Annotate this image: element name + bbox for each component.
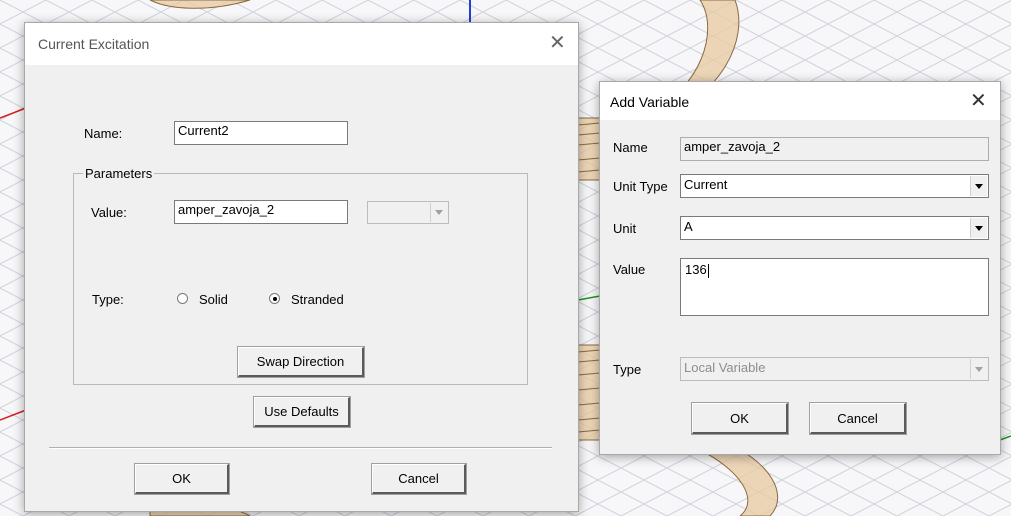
- chevron-down-icon: [430, 203, 447, 222]
- close-icon[interactable]: ✕: [549, 33, 566, 53]
- ok-button[interactable]: OK: [134, 463, 230, 495]
- var-value-text: 136: [685, 262, 707, 277]
- radio-selected-dot: [272, 296, 277, 301]
- unit-type-select-text: Current: [684, 177, 728, 192]
- var-name-field[interactable]: amper_zavoja_2: [680, 137, 989, 161]
- name-label: Name:: [84, 126, 123, 141]
- chevron-down-icon[interactable]: [970, 218, 987, 238]
- value-label: Value:: [91, 205, 127, 220]
- footer-separator: [49, 447, 552, 449]
- close-icon[interactable]: ✕: [970, 91, 987, 111]
- value-field[interactable]: amper_zavoja_2: [174, 200, 348, 224]
- var-value-field[interactable]: 136: [680, 258, 989, 316]
- type-label: Type:: [92, 292, 124, 307]
- swap-direction-button[interactable]: Swap Direction: [237, 346, 365, 378]
- var-ok-button[interactable]: OK: [691, 402, 789, 435]
- current-excitation-dialog: Current Excitation ✕ Name: Current2 Para…: [24, 22, 579, 512]
- add-variable-titlebar[interactable]: Add Variable ✕: [600, 82, 1000, 120]
- radio-stranded[interactable]: [269, 293, 280, 304]
- var-cancel-button[interactable]: Cancel: [809, 402, 907, 435]
- unit-type-select[interactable]: Current: [680, 174, 989, 198]
- var-type-select-text: Local Variable: [684, 360, 766, 375]
- radio-solid-label[interactable]: Solid: [199, 292, 228, 307]
- var-value-label: Value: [613, 262, 646, 277]
- add-variable-dialog: Add Variable ✕ Name amper_zavoja_2 Unit …: [599, 81, 1001, 455]
- text-caret: [707, 263, 709, 278]
- var-name-label: Name: [613, 140, 648, 155]
- name-field[interactable]: Current2: [174, 121, 348, 145]
- radio-solid[interactable]: [177, 293, 188, 304]
- unit-select-text: A: [684, 219, 693, 234]
- cancel-button[interactable]: Cancel: [371, 463, 467, 495]
- var-type-label: Type: [613, 362, 642, 377]
- var-type-select: Local Variable: [680, 357, 989, 381]
- unit-label: Unit: [613, 221, 637, 236]
- radio-stranded-label[interactable]: Stranded: [291, 292, 344, 307]
- chevron-down-icon: [970, 359, 987, 379]
- parameters-group-label: Parameters: [83, 166, 155, 181]
- add-variable-title: Add Variable: [610, 94, 690, 110]
- use-defaults-button[interactable]: Use Defaults: [253, 396, 351, 428]
- unit-select[interactable]: A: [680, 216, 989, 240]
- current-excitation-title: Current Excitation: [38, 36, 150, 52]
- unit-type-label: Unit Type: [613, 179, 668, 194]
- chevron-down-icon[interactable]: [970, 176, 987, 196]
- current-excitation-titlebar[interactable]: Current Excitation ✕: [25, 23, 578, 65]
- value-unit-select: [367, 201, 449, 224]
